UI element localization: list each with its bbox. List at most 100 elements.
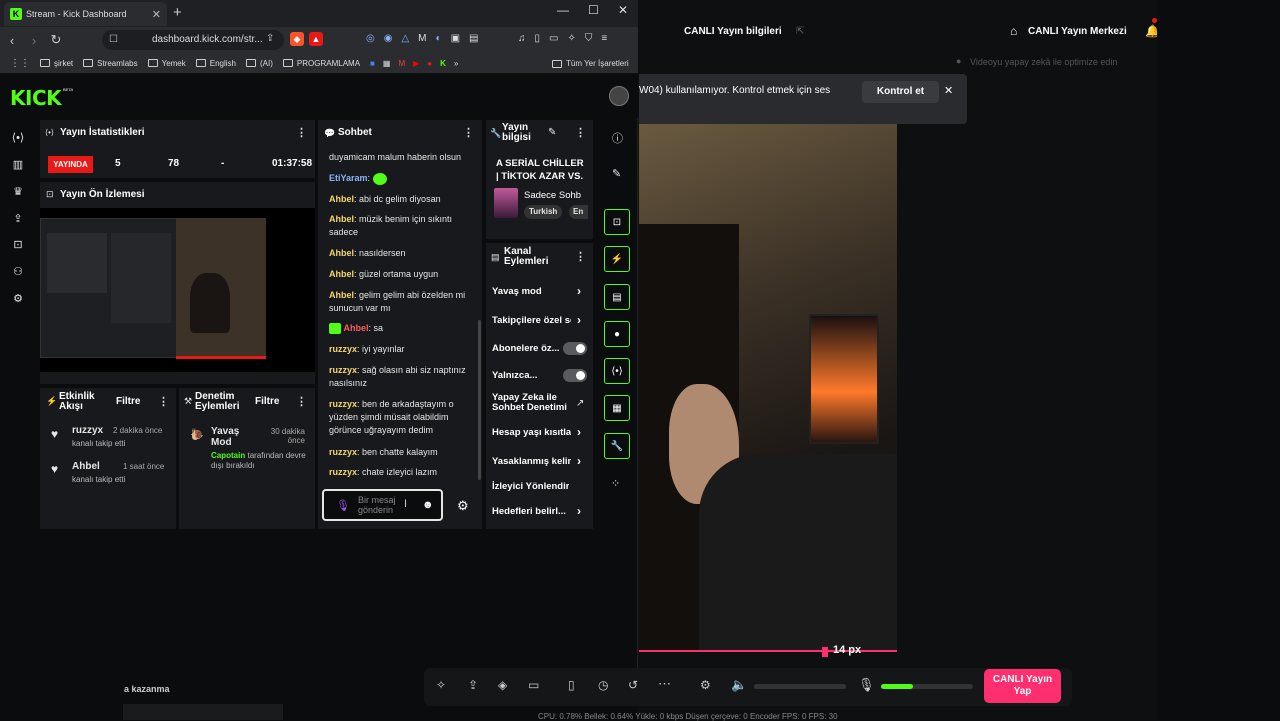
timer-icon[interactable]: ◷	[598, 678, 608, 692]
close-tab-icon[interactable]: ✕	[152, 8, 161, 21]
bookmark-streamlabs[interactable]: Streamlabs	[83, 59, 138, 68]
channel-actions-menu-icon[interactable]: ⋮	[575, 250, 586, 263]
chat-username[interactable]: ruzzyx	[329, 365, 357, 375]
quick-broadcast-button[interactable]: ⟨•⟩	[604, 358, 630, 384]
emoji-icon[interactable]: ☻	[422, 499, 434, 511]
history-icon[interactable]: ↺	[628, 678, 638, 692]
activity-filter-button[interactable]: Filtre	[116, 396, 140, 407]
size-handle[interactable]	[822, 647, 828, 657]
chat-username[interactable]: Ahbel	[329, 214, 354, 224]
popout-icon[interactable]: ⇱	[796, 26, 804, 37]
chat-username[interactable]: Ahbel	[329, 269, 354, 279]
volume-icon[interactable]: 🔈	[731, 677, 747, 693]
extension-1-icon[interactable]: ◎	[366, 33, 375, 44]
apps-grid-icon[interactable]: ⁘	[611, 477, 620, 490]
moderation-actor[interactable]: Capotain	[211, 451, 245, 460]
trophy-icon[interactable]: ♛	[11, 185, 25, 199]
bookmark-icon[interactable]: ☐	[109, 34, 118, 45]
extension-6-icon[interactable]: ▣	[451, 33, 460, 44]
stats-menu-icon[interactable]: ⋮	[296, 126, 307, 139]
chat-settings-icon[interactable]: ⚙	[457, 498, 469, 514]
maximize-icon[interactable]: ☐	[588, 3, 599, 17]
activity-user[interactable]: Ahbel	[72, 461, 100, 472]
subscribers-only-toggle[interactable]	[563, 342, 587, 355]
stream-info-menu-icon[interactable]: ⋮	[575, 126, 586, 139]
check-button[interactable]: Kontrol et	[862, 81, 939, 103]
address-bar[interactable]: dashboard.kick.com/str...	[102, 30, 284, 50]
screen-icon[interactable]: ▭	[528, 678, 539, 692]
apps-icon[interactable]: ⋮⋮	[10, 58, 30, 69]
quick-tools-button[interactable]: 🔧	[604, 433, 630, 459]
settings-icon[interactable]: ⚙	[11, 292, 25, 306]
user-avatar[interactable]	[609, 86, 629, 106]
brave-shield-icon[interactable]: ◆	[290, 32, 304, 46]
chat-username[interactable]: ruzzyx	[329, 399, 357, 409]
moderation-menu-icon[interactable]: ⋮	[296, 395, 307, 408]
all-bookmarks[interactable]: Tüm Yer İşaretleri	[552, 59, 629, 68]
optimize-hint[interactable]: Videoyu yapay zekâ ile optimize edin	[970, 57, 1117, 67]
extension-7-icon[interactable]: ▤	[469, 33, 478, 44]
action-followers-only[interactable]: Takipçilere özel sohbet	[492, 315, 571, 326]
bookmark-ai[interactable]: (AI)	[246, 59, 273, 68]
quick-moderation-button[interactable]: ▦	[604, 395, 630, 421]
chevron-right-icon[interactable]: ›	[577, 313, 581, 327]
forward-icon[interactable]: ›	[24, 33, 44, 48]
live-info-title[interactable]: CANLI Yayın bilgileri	[684, 26, 782, 37]
close-window-icon[interactable]: ✕	[618, 3, 628, 17]
activity-user[interactable]: ruzzyx	[72, 425, 103, 436]
activity-menu-icon[interactable]: ⋮	[158, 395, 169, 408]
brave-rewards-icon[interactable]: ▲	[309, 32, 323, 46]
mic-icon[interactable]: 🎙	[858, 677, 875, 693]
tag-english[interactable]: En	[569, 205, 588, 219]
live-center-link[interactable]: CANLI Yayın Merkezi	[1028, 26, 1127, 37]
chat-username[interactable]: ruzzyx	[329, 467, 357, 477]
action-only[interactable]: Yalnızca...	[492, 370, 562, 381]
quick-capture-button[interactable]: ⊡	[604, 209, 630, 235]
action-host-viewers[interactable]: İzleyici Yönlendir	[492, 481, 569, 492]
chat-username[interactable]: ruzzyx	[329, 447, 357, 457]
quick-notes-button[interactable]: ▤	[604, 284, 630, 310]
action-account-age[interactable]: Hesap yaşı kısıtla	[492, 427, 571, 438]
chat-username[interactable]: Ahbel	[329, 290, 354, 300]
chat-username[interactable]: Ahbel	[329, 248, 354, 258]
bookmark-english[interactable]: English	[195, 59, 236, 68]
layers-icon[interactable]: ◈	[498, 678, 507, 692]
tab-kick-dashboard[interactable]: K Stream - Kick Dashboard ✕	[4, 2, 167, 26]
tag-turkish[interactable]: Turkish	[524, 205, 563, 219]
vpn-icon[interactable]: ⛉	[585, 33, 593, 44]
capture-icon[interactable]: ⊡	[11, 238, 25, 252]
chat-username[interactable]: ruzzyx	[329, 344, 357, 354]
chat-username[interactable]: Ahbel	[344, 323, 369, 333]
only-toggle[interactable]	[563, 369, 587, 382]
trash-icon[interactable]: ▯	[568, 678, 575, 692]
action-banned-words[interactable]: Yasaklanmış kelime	[492, 456, 571, 467]
volume-slider[interactable]	[754, 684, 846, 689]
bookmark-yemek[interactable]: Yemek	[147, 59, 186, 68]
pencil-icon[interactable]: ✎	[612, 167, 621, 180]
go-live-button[interactable]: CANLI Yayın Yap	[984, 669, 1061, 703]
share-icon[interactable]: ⇪	[266, 33, 274, 44]
quick-lightning-button[interactable]: ⚡	[604, 246, 630, 272]
chevron-right-icon[interactable]: ›	[577, 504, 581, 518]
info-icon[interactable]: ⓘ	[612, 130, 623, 146]
action-set-goals[interactable]: Hedefleri belirl...	[492, 506, 572, 517]
extension-5-icon[interactable]: ◐	[436, 33, 442, 44]
quick-chat-button[interactable]: ●	[604, 321, 630, 347]
extension-3-icon[interactable]: △	[401, 33, 409, 44]
chevron-right-icon[interactable]: ›	[577, 454, 581, 468]
action-ai-moderation[interactable]: Yapay Zeka ile Sohbet Denetimi	[492, 393, 572, 413]
extension-4-icon[interactable]: M	[418, 33, 426, 44]
more-icon[interactable]: ⋯	[658, 676, 671, 692]
chat-username[interactable]: EtiYaram	[329, 173, 368, 183]
chat-username[interactable]: Ahbel	[329, 194, 354, 204]
stream-icon[interactable]: ⟨•⟩	[11, 131, 25, 145]
chat-scrollbar[interactable]	[478, 320, 481, 480]
sidebar-icon[interactable]: ▯	[535, 33, 541, 44]
chevron-right-icon[interactable]: ›	[577, 284, 581, 298]
stream-preview-video[interactable]	[40, 208, 315, 372]
chat-menu-icon[interactable]: ⋮	[463, 126, 474, 139]
chat-input[interactable]: 🎙 Bir mesaj gönderin I ☻	[322, 489, 443, 521]
share-icon[interactable]: ⇪	[468, 678, 478, 692]
bookmark-programlama[interactable]: PROGRAMLAMA	[282, 59, 360, 68]
webcam-preview[interactable]	[639, 124, 897, 652]
